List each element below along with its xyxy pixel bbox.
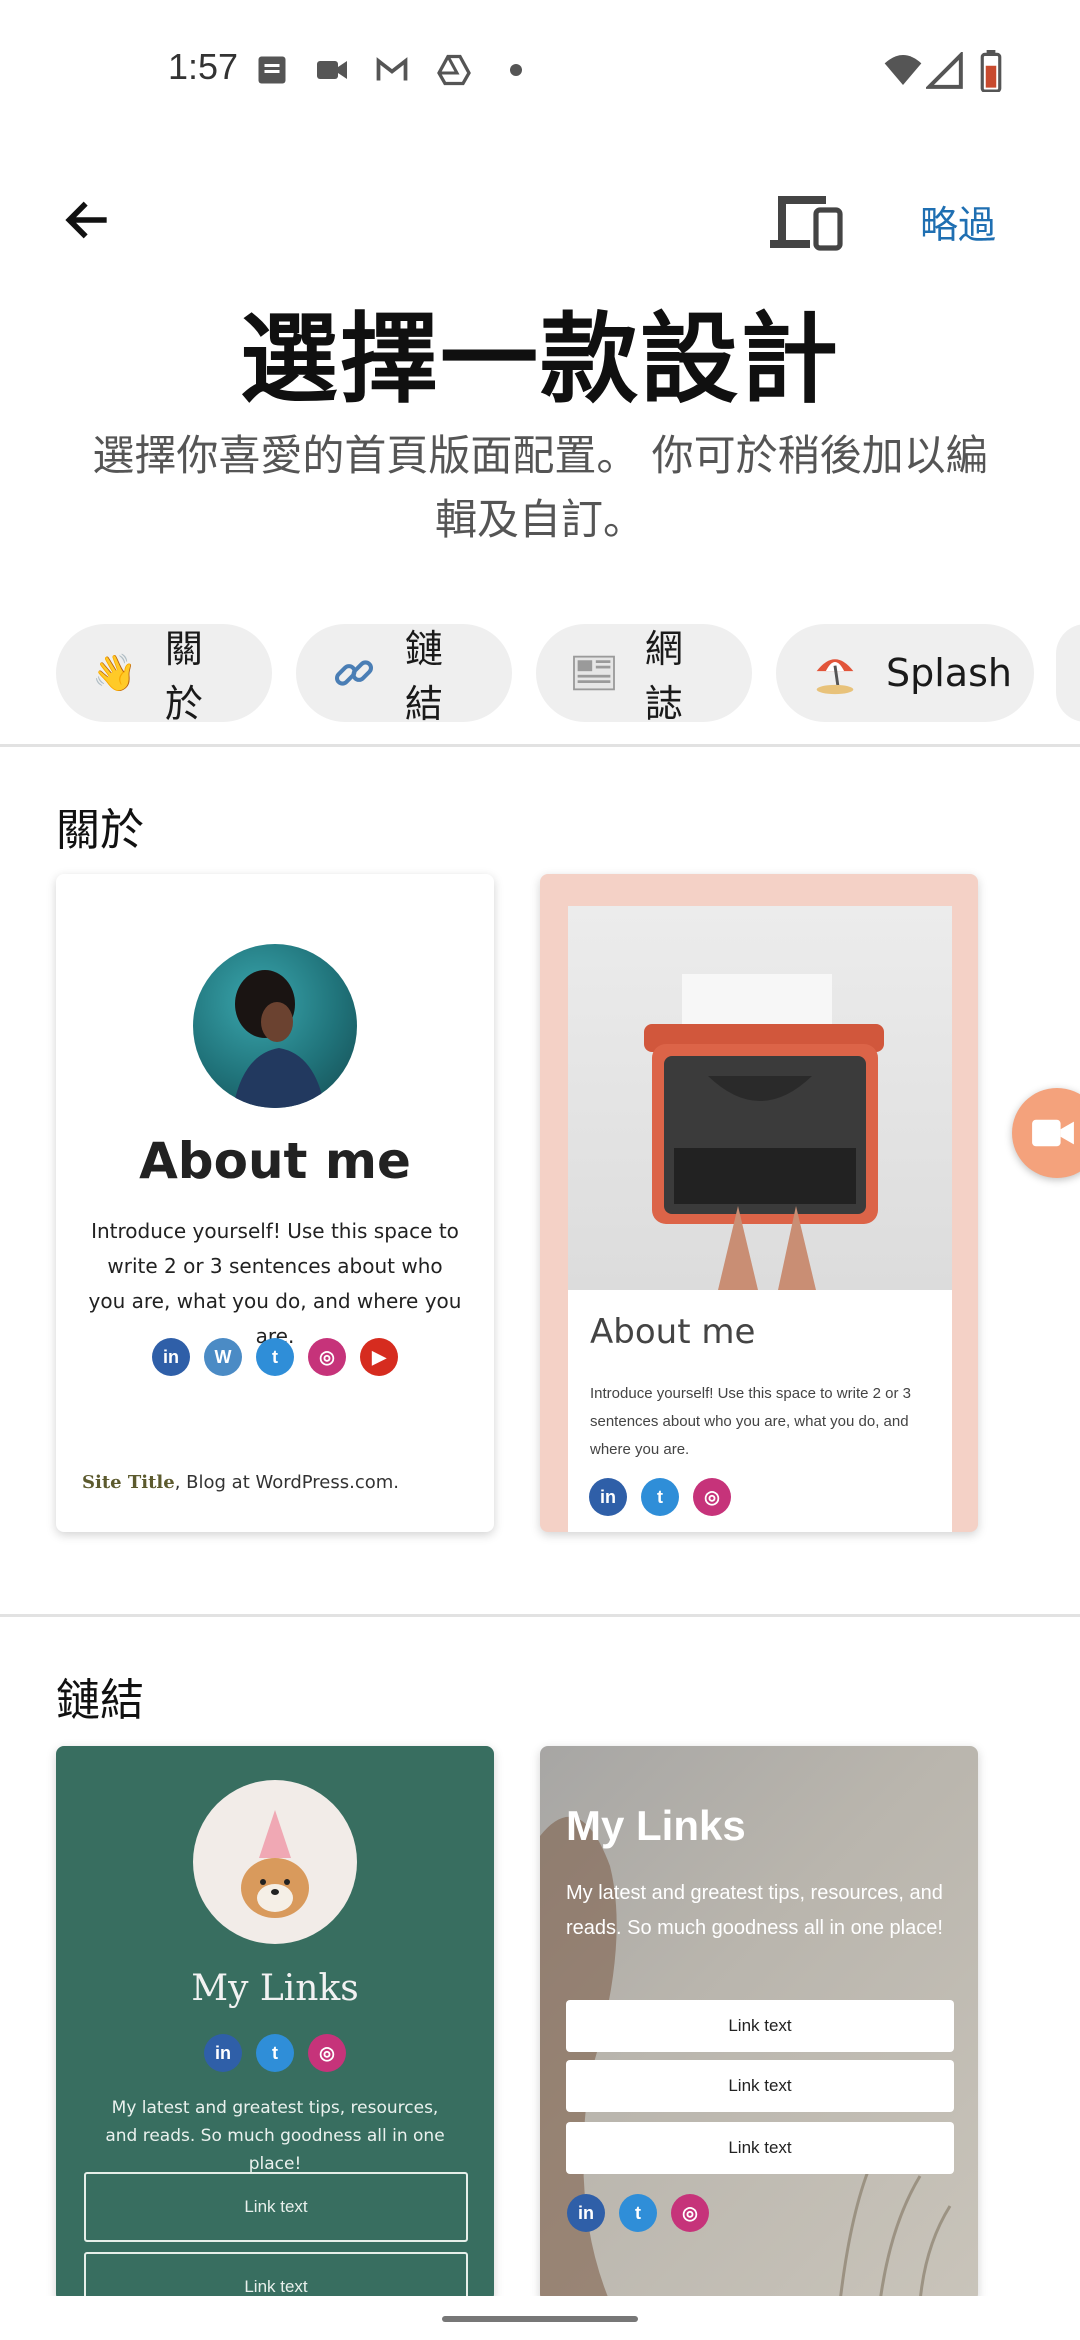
arrow-back-icon — [65, 201, 107, 239]
twitter-icon: t — [256, 2034, 294, 2072]
status-bar: 1:57 — [0, 0, 1080, 140]
linkedin-icon: in — [589, 1478, 627, 1516]
footer-site-title: Site Title — [82, 1472, 175, 1493]
section-divider — [0, 1614, 1080, 1617]
page-subtitle: 選擇你喜愛的首頁版面配置。 你可於稍後加以編輯及自訂。 — [92, 431, 988, 544]
card-body: My latest and greatest tips, resources, … — [105, 2098, 445, 2174]
link-button: Link text — [566, 2122, 954, 2174]
twitter-icon: t — [619, 2194, 657, 2232]
link-button: Link text — [84, 2252, 468, 2302]
cellular-signal-icon — [926, 52, 963, 89]
avatar — [193, 944, 357, 1108]
card-body: Introduce yourself! Use this space to wr… — [88, 1219, 462, 1348]
social-icons: in Wt ◎ ▶ — [56, 1338, 494, 1376]
card-heading: About me — [590, 1312, 756, 1352]
avatar — [193, 1780, 357, 1944]
card-heading: My Links — [566, 1802, 746, 1849]
youtube-icon: ▶ — [360, 1338, 398, 1376]
linkedin-icon: in — [152, 1338, 190, 1376]
card-heading: My Links — [191, 1968, 359, 2009]
design-card-links-1[interactable]: My Links in t ◎ My latest and greatest tip… — [56, 1746, 494, 2302]
chip-splash[interactable]: Splash — [776, 624, 1034, 722]
notes-icon — [258, 56, 286, 84]
back-button[interactable] — [48, 180, 128, 260]
card-content-panel: About me Introduce yourself! Use this sp… — [568, 1290, 952, 1532]
instagram-icon: ◎ — [308, 2034, 346, 2072]
chip-label: Splash — [886, 651, 1012, 695]
instagram-icon: ◎ — [308, 1338, 346, 1376]
chips-divider — [0, 744, 1080, 747]
battery-icon — [980, 50, 1002, 92]
card-footer: Site Title, Blog at WordPress.com. — [82, 1472, 399, 1493]
dog-party-hat-image — [241, 1810, 309, 1918]
section-title-links: 鏈結 — [56, 1675, 144, 1726]
link-button: Link text — [84, 2172, 468, 2242]
beach-umbrella-icon — [812, 649, 858, 697]
card-heading: About me — [139, 1132, 411, 1190]
twitter-icon: t — [641, 1478, 679, 1516]
video-camera-icon — [1032, 1119, 1074, 1147]
wifi-icon — [884, 55, 922, 85]
typewriter-illustration — [644, 974, 884, 1290]
gmail-icon — [376, 57, 408, 81]
typewriter-image — [568, 906, 952, 1290]
chip-blog[interactable]: 網誌 — [536, 624, 752, 726]
status-time: 1:57 — [168, 46, 239, 87]
instagram-icon: ◎ — [693, 1478, 731, 1516]
linkedin-icon: in — [204, 2034, 242, 2072]
chip-about[interactable]: 👋 關於 — [56, 624, 272, 726]
video-call-icon — [317, 61, 347, 79]
device-preview-button[interactable] — [766, 184, 846, 260]
page-title: 選擇一款設計 — [239, 302, 840, 417]
home-gesture-handle[interactable] — [442, 2316, 638, 2322]
chip-more[interactable] — [1056, 624, 1080, 722]
linkedin-icon: in — [567, 2194, 605, 2232]
chip-label: 網誌 — [644, 627, 683, 726]
waving-hand-icon: 👋 — [92, 653, 137, 694]
card-body: Introduce yourself! Use this space to wr… — [590, 1385, 911, 1458]
design-card-about-2[interactable]: About me Introduce yourself! Use this sp… — [540, 874, 978, 1532]
devices-icon — [770, 196, 843, 251]
social-icons: in t ◎ — [582, 1478, 738, 1516]
more-notifications-dot — [510, 64, 522, 76]
drive-icon — [437, 54, 471, 86]
footer-text: , Blog at WordPress.com. — [174, 1472, 400, 1493]
link-button: Link text — [566, 2060, 954, 2112]
chip-links[interactable]: 鏈結 — [296, 624, 512, 726]
card-body: My latest and greatest tips, resources, … — [566, 1882, 943, 1939]
social-icons: in t ◎ — [560, 2194, 716, 2232]
screen-recorder-button[interactable] — [1012, 1088, 1080, 1178]
twitter-icon: t — [256, 1338, 294, 1376]
section-title-about: 關於 — [56, 805, 144, 856]
chip-label: 鏈結 — [404, 627, 443, 726]
design-card-about-1[interactable]: About me Introduce yourself! Use this sp… — [56, 874, 494, 1532]
link-button: Link text — [566, 2000, 954, 2052]
design-card-links-2[interactable]: My Links My latest and greatest tips, re… — [540, 1746, 978, 2302]
chip-label: 關於 — [164, 627, 203, 726]
instagram-icon: ◎ — [671, 2194, 709, 2232]
skip-button[interactable]: 略過 — [920, 194, 996, 249]
portrait-image — [233, 970, 325, 1108]
newspaper-icon — [572, 649, 617, 697]
social-icons: in t ◎ — [56, 2034, 494, 2072]
link-icon — [332, 649, 377, 697]
wordpress-icon: W — [204, 1338, 242, 1376]
